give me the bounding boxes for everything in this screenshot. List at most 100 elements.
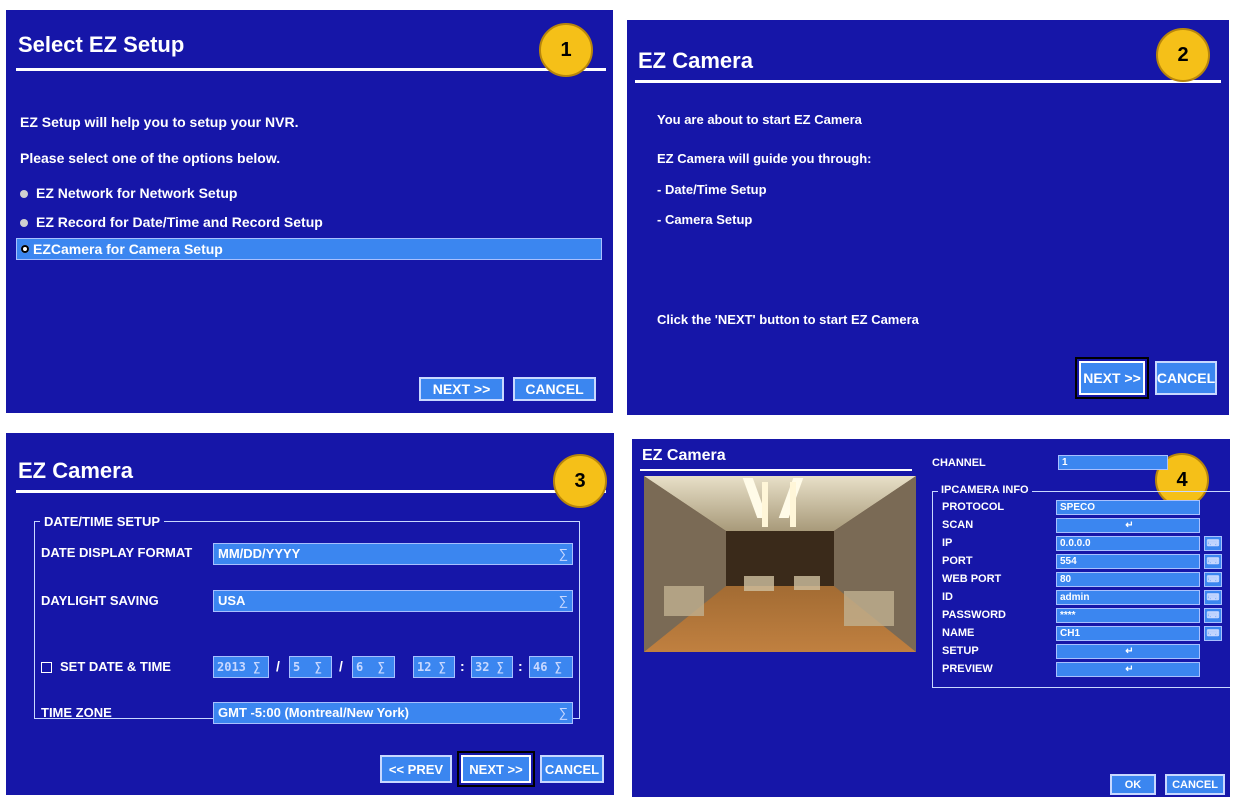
checkbox-icon bbox=[41, 662, 52, 674]
protocol-label: PROTOCOL bbox=[942, 501, 1005, 513]
year-select[interactable]: 2013 ∑ bbox=[213, 656, 269, 678]
password-field[interactable]: **** bbox=[1056, 608, 1200, 623]
channel-select[interactable]: 1 bbox=[1058, 455, 1168, 470]
hour-select[interactable]: 12 ∑ bbox=[413, 656, 455, 678]
dst-label: DAYLIGHT SAVING bbox=[41, 593, 159, 608]
step-badge: 3 bbox=[553, 454, 607, 508]
web-port-label: WEB PORT bbox=[942, 573, 1002, 585]
id-field[interactable]: admin bbox=[1056, 590, 1200, 605]
start-hint-text: Click the 'NEXT' button to start EZ Came… bbox=[657, 312, 919, 327]
keyboard-icon[interactable]: ⌨ bbox=[1204, 626, 1222, 641]
ip-label: IP bbox=[942, 537, 953, 549]
option-ez-record[interactable]: EZ Record for Date/Time and Record Setup bbox=[20, 214, 323, 230]
keyboard-icon[interactable]: ⌨ bbox=[1204, 590, 1222, 605]
panel-title: EZ Camera bbox=[638, 48, 753, 73]
preview-label: PREVIEW bbox=[942, 663, 993, 675]
enter-icon: ↵ bbox=[1125, 664, 1134, 675]
select-value: GMT -5:00 (Montreal/New York) bbox=[218, 705, 409, 720]
date-format-select[interactable]: MM/DD/YYYY ∑ bbox=[213, 543, 573, 565]
year-value: 2013 bbox=[217, 660, 246, 674]
password-label: PASSWORD bbox=[942, 609, 1006, 621]
preview-button[interactable]: ↵ bbox=[1056, 662, 1200, 677]
select-value: MM/DD/YYYY bbox=[218, 546, 301, 561]
scan-button[interactable]: ↵ bbox=[1056, 518, 1200, 533]
step-badge: 2 bbox=[1156, 28, 1210, 82]
next-button[interactable]: NEXT >> bbox=[1075, 357, 1149, 399]
panel-title: EZ Camera bbox=[18, 458, 133, 483]
day-value: 6 bbox=[356, 660, 364, 674]
guide-text: EZ Camera will guide you through: bbox=[657, 151, 872, 166]
web-port-field[interactable]: 80 bbox=[1056, 572, 1200, 587]
name-field[interactable]: CH1 bbox=[1056, 626, 1200, 641]
minute-select[interactable]: 32 ∑ bbox=[471, 656, 513, 678]
day-select[interactable]: 6 ∑ bbox=[352, 656, 395, 678]
group-label: DATE/TIME SETUP bbox=[40, 514, 165, 529]
title-divider bbox=[16, 490, 606, 493]
cancel-button[interactable]: CANCEL bbox=[1165, 774, 1225, 795]
title-divider bbox=[16, 68, 606, 71]
camera-preview-image bbox=[644, 476, 916, 652]
id-label: ID bbox=[942, 591, 953, 603]
minute-value: 32 bbox=[475, 660, 490, 674]
month-value: 5 bbox=[293, 660, 301, 674]
radio-icon bbox=[20, 190, 28, 199]
step-datetime-text: - Date/Time Setup bbox=[657, 182, 767, 197]
panel-title: Select EZ Setup bbox=[18, 32, 185, 57]
dropdown-icon: ∑ bbox=[558, 705, 568, 720]
time-separator: : bbox=[518, 658, 523, 674]
name-label: NAME bbox=[942, 627, 975, 639]
radio-selected-icon bbox=[21, 245, 29, 253]
ez-camera-datetime-panel: EZ Camera 3 DATE/TIME SETUP DATE DISPLAY… bbox=[6, 433, 614, 795]
cancel-button[interactable]: CANCEL bbox=[540, 755, 604, 783]
option-label: EZ Network for Network Setup bbox=[36, 185, 238, 201]
option-ez-camera[interactable]: EZCamera for Camera Setup bbox=[16, 238, 602, 260]
second-select[interactable]: 46 ∑ bbox=[529, 656, 573, 678]
set-datetime-checkbox[interactable]: SET DATE & TIME bbox=[41, 659, 171, 674]
protocol-select[interactable]: SPECO bbox=[1056, 500, 1200, 515]
next-button[interactable]: NEXT >> bbox=[457, 751, 535, 787]
ok-button[interactable]: OK bbox=[1110, 774, 1156, 795]
keyboard-icon[interactable]: ⌨ bbox=[1204, 554, 1222, 569]
option-label: EZCamera for Camera Setup bbox=[33, 241, 223, 257]
panel-title: EZ Camera bbox=[642, 447, 726, 464]
setup-label: SETUP bbox=[942, 645, 979, 657]
title-divider bbox=[635, 80, 1221, 83]
time-separator: : bbox=[460, 658, 465, 674]
ez-camera-ipcamera-panel: EZ Camera 4 CHANNEL 1 IPCAMERA INFO PROT… bbox=[632, 439, 1230, 797]
group-label: IPCAMERA INFO bbox=[938, 484, 1032, 496]
date-separator: / bbox=[276, 658, 280, 674]
dst-select[interactable]: USA ∑ bbox=[213, 590, 573, 612]
dropdown-icon: ∑ bbox=[558, 593, 568, 608]
gallery-scene bbox=[644, 476, 916, 652]
next-button[interactable]: NEXT >> bbox=[419, 377, 504, 401]
keyboard-icon[interactable]: ⌨ bbox=[1204, 608, 1222, 623]
ez-setup-panel: Select EZ Setup 1 EZ Setup will help you… bbox=[6, 10, 613, 413]
ip-field[interactable]: 0.0.0.0 bbox=[1056, 536, 1200, 551]
keyboard-icon[interactable]: ⌨ bbox=[1204, 536, 1222, 551]
hour-value: 12 bbox=[417, 660, 432, 674]
timezone-select[interactable]: GMT -5:00 (Montreal/New York) ∑ bbox=[213, 702, 573, 724]
port-label: PORT bbox=[942, 555, 973, 567]
keyboard-icon[interactable]: ⌨ bbox=[1204, 572, 1222, 587]
month-select[interactable]: 5 ∑ bbox=[289, 656, 332, 678]
instruction-text: Please select one of the options below. bbox=[20, 150, 281, 166]
setup-button[interactable]: ↵ bbox=[1056, 644, 1200, 659]
scan-label: SCAN bbox=[942, 519, 974, 531]
prev-button[interactable]: << PREV bbox=[380, 755, 452, 783]
channel-label: CHANNEL bbox=[932, 457, 986, 469]
date-separator: / bbox=[339, 658, 343, 674]
step-camera-text: - Camera Setup bbox=[657, 212, 753, 227]
date-format-label: DATE DISPLAY FORMAT bbox=[41, 545, 193, 560]
enter-icon: ↵ bbox=[1125, 646, 1134, 657]
port-field[interactable]: 554 bbox=[1056, 554, 1200, 569]
option-label: EZ Record for Date/Time and Record Setup bbox=[36, 214, 323, 230]
enter-icon: ↵ bbox=[1125, 520, 1134, 531]
option-ez-network[interactable]: EZ Network for Network Setup bbox=[20, 185, 237, 201]
timezone-label: TIME ZONE bbox=[41, 705, 112, 720]
radio-icon bbox=[20, 219, 28, 228]
cancel-button[interactable]: CANCEL bbox=[513, 377, 596, 401]
cancel-button[interactable]: CANCEL bbox=[1155, 361, 1217, 395]
second-value: 46 bbox=[533, 660, 548, 674]
checkbox-label: SET DATE & TIME bbox=[60, 659, 171, 674]
intro-text: EZ Setup will help you to setup your NVR… bbox=[20, 114, 299, 130]
